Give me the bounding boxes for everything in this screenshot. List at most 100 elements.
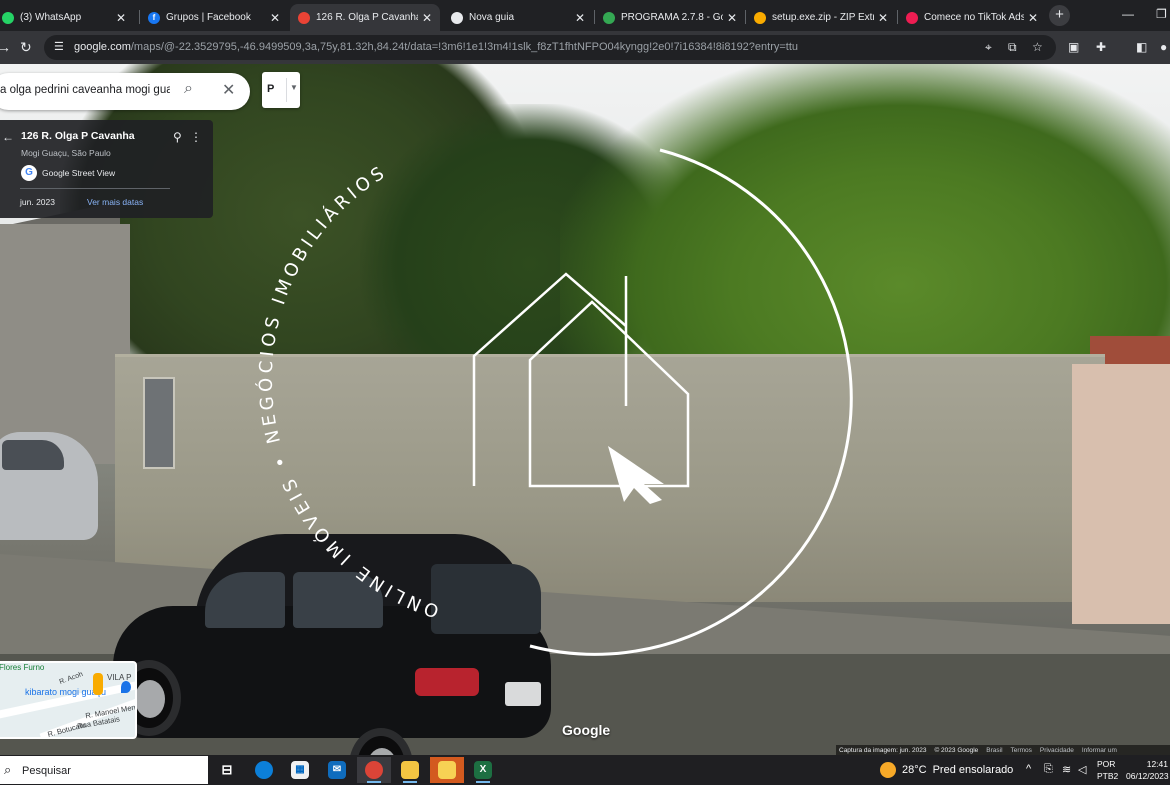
privacy-link[interactable]: Privacidade xyxy=(1040,747,1074,754)
store-icon: ▦ xyxy=(291,761,309,779)
weather-temp: 28°C xyxy=(902,764,927,776)
chrome-icon xyxy=(365,761,383,779)
tab-title: Comece no TikTok Ads M xyxy=(924,12,1024,23)
pegman-icon xyxy=(93,673,103,695)
close-icon[interactable]: ✕ xyxy=(575,11,585,25)
chrome-icon xyxy=(451,11,463,24)
pen-icon[interactable]: ⎘ xyxy=(1044,763,1053,776)
puzzle-extensions-icon[interactable]: ✚ xyxy=(1096,40,1106,54)
source-label: Google Street View xyxy=(42,168,116,178)
house-outline-icon xyxy=(472,272,627,486)
street-view-panorama[interactable]: ONLINE IMÓVEIS • NEGÓCIOS IMOBILIÁRIOS a… xyxy=(0,64,1170,755)
extension-icon[interactable]: ▣ xyxy=(1068,40,1079,54)
mail-button[interactable]: ✉ xyxy=(320,757,354,783)
restore-icon[interactable]: ❐ xyxy=(1156,7,1167,21)
close-icon[interactable]: ✕ xyxy=(270,11,280,25)
taskbar-search[interactable]: ⌕ Pesquisar xyxy=(0,756,208,784)
maps-footer: Captura da imagem: jun. 2023 © 2023 Goog… xyxy=(836,745,1170,755)
minimap-label: R. Acoh xyxy=(58,671,84,686)
close-icon[interactable]: ✕ xyxy=(116,11,126,25)
weather-text: Pred ensolarado xyxy=(932,764,1014,776)
report-link[interactable]: Informar um xyxy=(1082,747,1117,754)
install-app-icon[interactable]: ⧉ xyxy=(1008,40,1017,55)
location-icon[interactable]: ⌖ xyxy=(985,40,992,55)
google-g-icon: G xyxy=(21,165,37,181)
place-address: 126 R. Olga P Cavanha xyxy=(21,130,135,142)
minimap[interactable]: Flores Furno VILA P R. Acoh kibarato mog… xyxy=(0,661,137,739)
new-tab-button[interactable]: + xyxy=(1049,5,1070,26)
profile-avatar[interactable]: ● xyxy=(1160,40,1167,54)
time: 12:41 xyxy=(1146,759,1168,769)
google-maps-icon xyxy=(298,11,310,24)
tab-facebook[interactable]: f Grupos | Facebook ✕ xyxy=(140,4,288,31)
side-panel-icon[interactable]: ◧ xyxy=(1136,40,1147,54)
url-text[interactable]: google.com/maps/@-22.3529795,-46.9499509… xyxy=(74,41,954,53)
reload-icon[interactable]: ↻ xyxy=(20,39,32,56)
browser-tab-strip: (3) WhatsApp ✕ f Grupos | Facebook ✕ 126… xyxy=(0,0,1170,31)
place-city: Mogi Guaçu, São Paulo xyxy=(21,148,111,158)
chevron-up-icon[interactable]: ^ xyxy=(1026,763,1031,775)
clock[interactable]: 12:41 06/12/2023 xyxy=(1126,758,1169,782)
site-info-icon[interactable]: ☰ xyxy=(54,40,64,53)
tab-title: 126 R. Olga P Cavanha - xyxy=(316,12,418,23)
more-vert-icon[interactable]: ⋮ xyxy=(190,130,202,144)
terms-link[interactable]: Termos xyxy=(1011,747,1032,754)
forward-icon[interactable]: → xyxy=(0,39,11,55)
place-info-card: ← 126 R. Olga P Cavanha Mogi Guaçu, São … xyxy=(0,120,213,218)
tab-whatsapp[interactable]: (3) WhatsApp ✕ xyxy=(0,4,134,31)
wifi-icon[interactable]: ≋ xyxy=(1062,763,1071,776)
edge-icon xyxy=(255,761,273,779)
tiktok-icon xyxy=(906,11,918,24)
see-more-dates-link[interactable]: Ver mais datas xyxy=(87,197,143,207)
minimap-label: Flores Furno xyxy=(0,663,45,672)
google-logo: Google xyxy=(562,722,611,738)
watermark-text: ONLINE IMÓVEIS • NEGÓCIOS IMOBILIÁRIOS xyxy=(255,161,442,621)
capture-info: Captura da imagem: jun. 2023 xyxy=(839,746,927,754)
file-explorer-button[interactable] xyxy=(393,757,427,783)
task-view-button[interactable]: ⊟ xyxy=(210,757,244,783)
tab-title: PROGRAMA 2.7.8 - Goog xyxy=(621,12,723,23)
tab-google-maps[interactable]: 126 R. Olga P Cavanha - ✕ xyxy=(290,4,440,31)
whatsapp-icon xyxy=(2,11,14,24)
search-input[interactable]: a olga pedrini caveanha mogi guaçu xyxy=(0,84,170,96)
divider xyxy=(20,188,170,189)
tab-zip-extractor[interactable]: setup.exe.zip - ZIP Extrac ✕ xyxy=(746,4,896,31)
tab-title: Nova guia xyxy=(469,12,515,23)
minimize-icon[interactable]: — xyxy=(1122,7,1134,21)
close-icon[interactable]: ✕ xyxy=(878,11,888,25)
excel-icon: X xyxy=(474,761,492,779)
pegman-label: P xyxy=(267,83,275,95)
country-link[interactable]: Brasil xyxy=(986,747,1002,754)
weather-widget[interactable]: 28°C Pred ensolarado xyxy=(880,762,1013,778)
capture-date: jun. 2023 xyxy=(20,197,55,207)
tab-new-tab[interactable]: Nova guia ✕ xyxy=(443,4,593,31)
house-outline-inner xyxy=(528,300,690,488)
pegman-button[interactable]: P ▼ xyxy=(262,72,300,108)
folder-icon xyxy=(401,761,419,779)
language-indicator[interactable]: POR PTB2 xyxy=(1097,758,1118,782)
close-icon[interactable]: ✕ xyxy=(422,11,432,25)
address-bar[interactable]: ☰ google.com/maps/@-22.3529795,-46.94995… xyxy=(44,35,1056,60)
bookmark-star-icon[interactable]: ☆ xyxy=(1032,40,1043,54)
app-button[interactable] xyxy=(430,757,464,783)
maps-search-box[interactable]: a olga pedrini caveanha mogi guaçu ⌕ ✕ xyxy=(0,73,250,110)
app-icon xyxy=(438,761,456,779)
divider xyxy=(286,78,287,102)
tab-title: (3) WhatsApp xyxy=(20,12,82,23)
map-pin-icon[interactable]: ⚲ xyxy=(173,130,182,144)
excel-button[interactable]: X xyxy=(466,757,500,783)
close-icon[interactable]: ✕ xyxy=(222,80,235,100)
search-icon[interactable]: ⌕ xyxy=(184,80,193,98)
tab-title: Grupos | Facebook xyxy=(166,12,251,23)
tab-google-drive[interactable]: PROGRAMA 2.7.8 - Goog ✕ xyxy=(595,4,745,31)
close-icon[interactable]: ✕ xyxy=(1028,11,1038,25)
windows-taskbar: ⌕ Pesquisar ⊟ ▦ ✉ X 28°C Pred ensolarado… xyxy=(0,755,1170,785)
volume-muted-icon[interactable]: ◁ xyxy=(1078,763,1086,776)
back-arrow-icon[interactable]: ← xyxy=(2,130,14,144)
close-icon[interactable]: ✕ xyxy=(727,11,737,25)
store-button[interactable]: ▦ xyxy=(283,757,317,783)
chevron-down-icon[interactable]: ▼ xyxy=(290,83,298,92)
edge-button[interactable] xyxy=(247,757,281,783)
chrome-button[interactable] xyxy=(357,757,391,783)
tab-tiktok-ads[interactable]: Comece no TikTok Ads M ✕ xyxy=(898,4,1046,31)
